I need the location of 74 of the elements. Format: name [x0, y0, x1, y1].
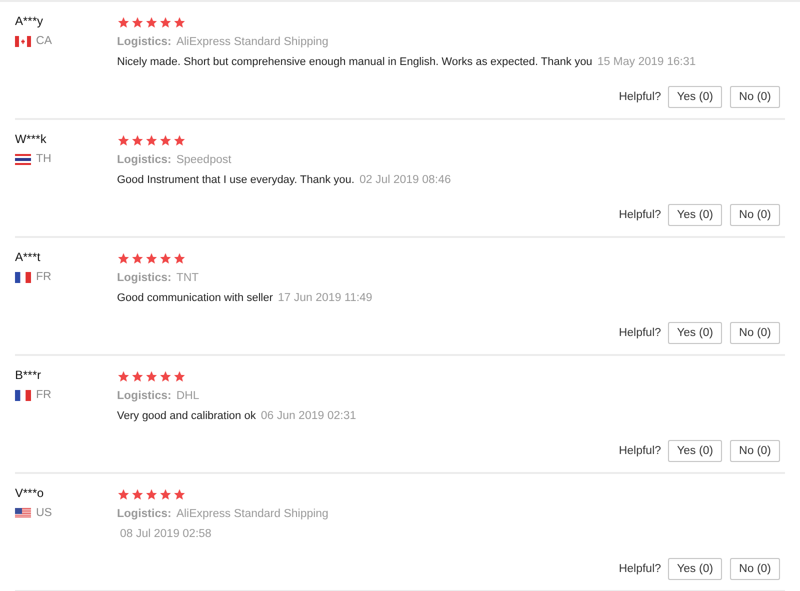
star-icon	[117, 370, 130, 382]
helpful-label: Helpful?	[618, 445, 662, 457]
country-code: TH	[36, 152, 52, 166]
review-text: Very good and calibration ok	[117, 409, 256, 423]
yes-button[interactable]: Yes (0)	[668, 322, 722, 344]
star-icon	[131, 134, 144, 146]
review-date: 15 May 2019 16:31	[597, 55, 696, 69]
flag-icon	[15, 508, 31, 518]
flag-icon	[15, 154, 31, 164]
yes-button[interactable]: Yes (0)	[668, 204, 722, 226]
country-code: CA	[36, 34, 52, 48]
review-date: 06 Jun 2019 02:31	[260, 409, 356, 423]
star-icon	[145, 252, 158, 264]
review-date: 08 Jul 2019 02:58	[120, 527, 212, 541]
star-icon	[131, 16, 144, 28]
star-icon	[145, 16, 158, 28]
star-icon	[117, 134, 130, 146]
review-date: 17 Jun 2019 11:49	[278, 291, 372, 305]
star-icon	[131, 488, 144, 500]
no-button[interactable]: No (0)	[730, 322, 780, 344]
star-icon	[145, 370, 158, 382]
star-icon	[159, 16, 172, 28]
logistics-label: Logistics:	[117, 507, 172, 521]
reviewer-name: W***k	[15, 132, 48, 146]
review-text: Good Instrument that I use everyday. Thank you.	[117, 173, 354, 187]
star-icon	[159, 134, 172, 146]
star-icon	[131, 370, 144, 382]
star-icon	[145, 488, 158, 500]
logistics-label: Logistics:	[117, 35, 172, 49]
review-text: Good communication with seller	[117, 291, 273, 305]
shipping-method: DHL	[176, 389, 200, 403]
no-button[interactable]: No (0)	[730, 558, 780, 580]
yes-button[interactable]: Yes (0)	[668, 440, 722, 462]
star-icon	[131, 252, 144, 264]
no-button[interactable]: No (0)	[730, 204, 780, 226]
shipping-method: TNT	[176, 271, 199, 285]
star-icon	[173, 16, 186, 28]
reviewer-name: A***t	[15, 250, 42, 264]
reviewer-name: A***y	[15, 14, 44, 28]
flag-icon	[15, 272, 31, 282]
helpful-label: Helpful?	[618, 327, 662, 339]
country-code: FR	[36, 270, 52, 284]
helpful-label: Helpful?	[618, 209, 662, 221]
yes-button[interactable]: Yes (0)	[668, 558, 722, 580]
review-date: 02 Jul 2019 08:46	[359, 173, 451, 187]
country-code: US	[36, 506, 52, 520]
star-icon	[117, 16, 130, 28]
flag-icon	[15, 390, 31, 400]
star-icon	[173, 252, 186, 264]
flag-icon	[15, 36, 31, 46]
star-icon	[159, 252, 172, 264]
helpful-label: Helpful?	[618, 563, 662, 575]
star-icon	[117, 488, 130, 500]
shipping-method: AliExpress Standard Shipping	[176, 35, 328, 49]
shipping-method: AliExpress Standard Shipping	[176, 507, 328, 521]
helpful-label: Helpful?	[618, 91, 662, 103]
reviewer-name: B***r	[15, 368, 42, 382]
star-icon	[117, 252, 130, 264]
star-icon	[173, 134, 186, 146]
shipping-method: Speedpost	[176, 153, 232, 167]
star-icon	[173, 370, 186, 382]
logistics-label: Logistics:	[117, 271, 172, 285]
reviewer-name: V***o	[15, 486, 45, 500]
logistics-label: Logistics:	[117, 389, 172, 403]
review-text: Nicely made. Short but comprehensive enough manual in English. Works as expected. Thank you	[117, 55, 592, 69]
country-code: FR	[36, 388, 52, 402]
star-icon	[159, 370, 172, 382]
no-button[interactable]: No (0)	[730, 86, 780, 108]
yes-button[interactable]: Yes (0)	[668, 86, 722, 108]
star-icon	[159, 488, 172, 500]
logistics-label: Logistics:	[117, 153, 172, 167]
star-icon	[145, 134, 158, 146]
no-button[interactable]: No (0)	[730, 440, 780, 462]
star-icon	[173, 488, 186, 500]
